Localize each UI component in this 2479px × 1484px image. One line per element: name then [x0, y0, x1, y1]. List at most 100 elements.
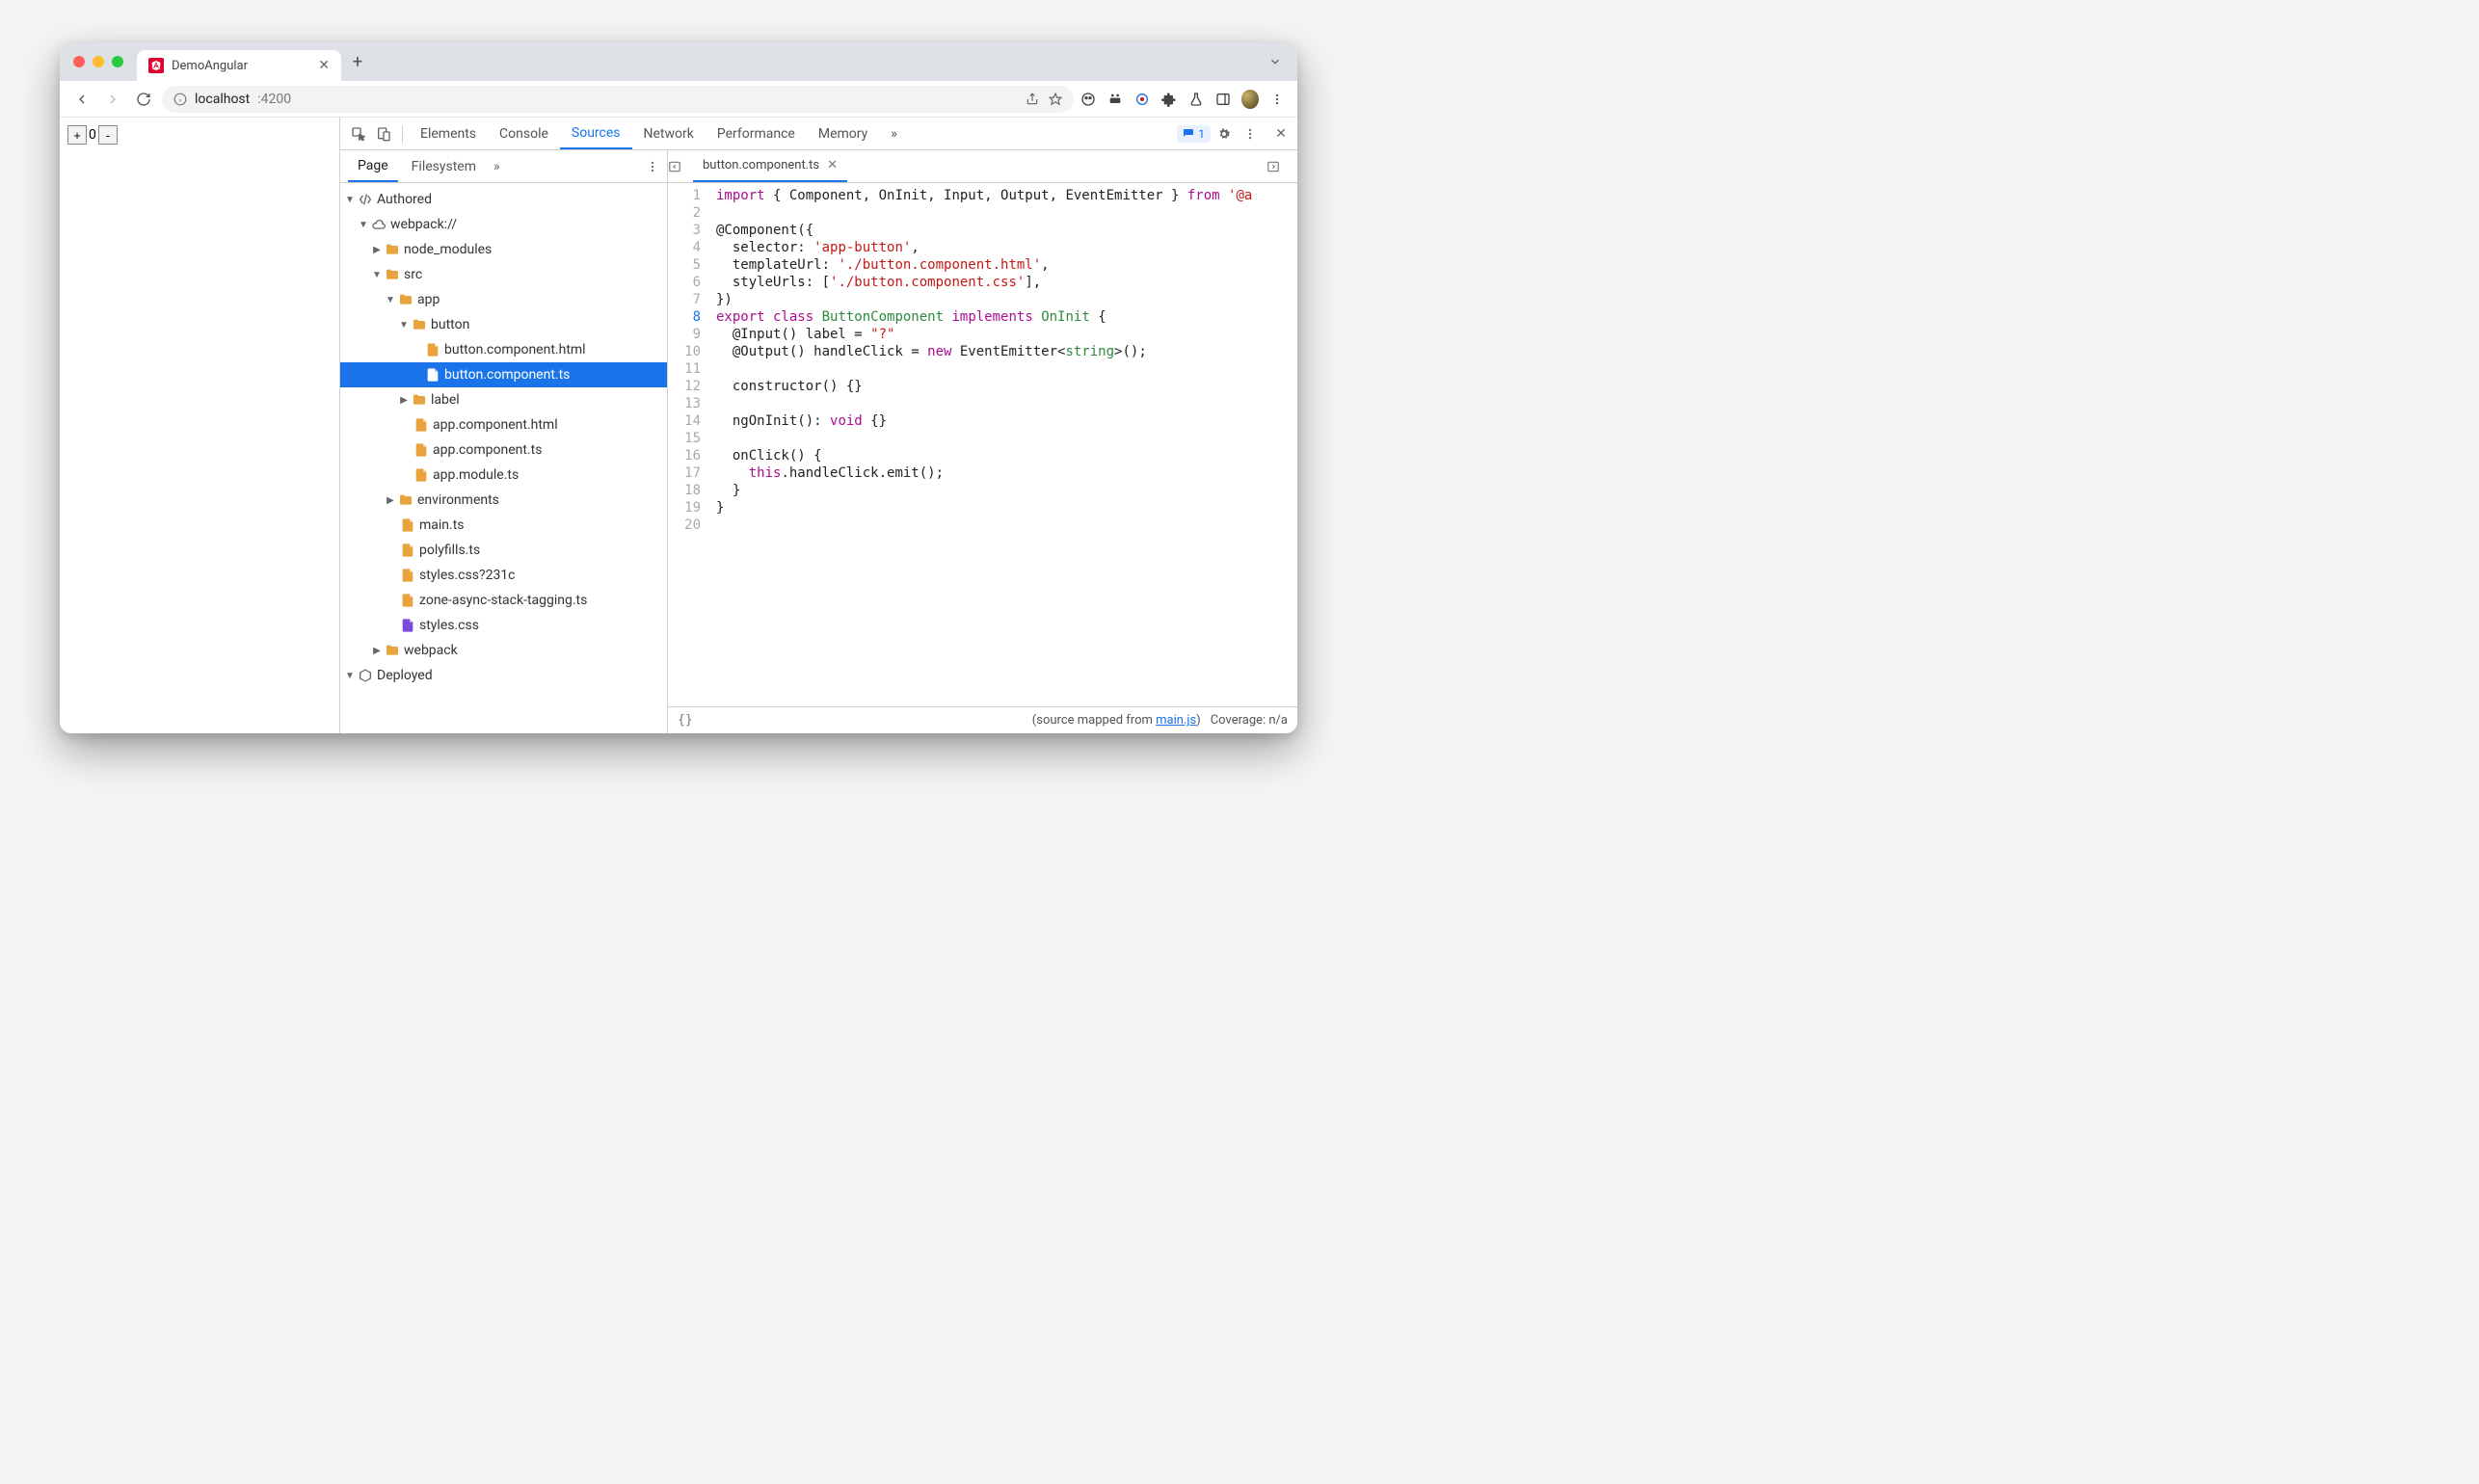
tree-item-styles-css[interactable]: styles.css [340, 613, 667, 638]
tree-item-label-folder[interactable]: ▶ label [340, 387, 667, 412]
tree-item-app[interactable]: ▼ app [340, 287, 667, 312]
editor-tab-bar: button.component.ts ✕ [668, 150, 1297, 183]
extension-icon-2[interactable] [1106, 91, 1124, 108]
tree-item-node-modules[interactable]: ▶ node_modules [340, 237, 667, 262]
sources-subtabs: Page Filesystem » [340, 150, 667, 183]
counter-widget: + 0 - [67, 125, 332, 145]
code-editor[interactable]: 1234567891011121314151617181920 import {… [668, 183, 1297, 706]
tree-item-button-ts[interactable]: button.component.ts [340, 362, 667, 387]
tree-item-styles-hash[interactable]: styles.css?231c [340, 563, 667, 588]
browser-menu-icon[interactable] [1268, 91, 1286, 108]
extensions-puzzle-icon[interactable] [1160, 91, 1178, 108]
site-info-icon[interactable] [173, 93, 187, 106]
tree-group-deployed[interactable]: ▼ Deployed [340, 663, 667, 688]
tree-item-app-html[interactable]: app.component.html [340, 412, 667, 437]
editor-tab[interactable]: button.component.ts ✕ [693, 150, 847, 182]
increment-button[interactable]: + [67, 125, 87, 145]
devtools-panel: Elements Console Sources Network Perform… [339, 118, 1297, 733]
angular-favicon [148, 58, 164, 73]
file-icon [400, 517, 415, 533]
code-brackets-icon [358, 192, 373, 207]
devtools-body: Page Filesystem » ▼ Authored [340, 150, 1297, 733]
devtools-tab-console[interactable]: Console [488, 118, 560, 149]
sources-subtab-menu-icon[interactable] [646, 160, 659, 173]
sources-navigator: Page Filesystem » ▼ Authored [340, 150, 668, 733]
editor-tab-close-icon[interactable]: ✕ [827, 158, 838, 172]
devtools-tab-elements[interactable]: Elements [409, 118, 488, 149]
editor-nav-toggle-icon[interactable] [668, 160, 693, 173]
code-content: import { Component, OnInit, Input, Outpu… [710, 183, 1297, 706]
editor-pane: button.component.ts ✕ 123456789101112131… [668, 150, 1297, 733]
url-host: localhost [195, 92, 250, 107]
devtools-close-icon[interactable]: ✕ [1270, 126, 1292, 142]
window-minimize-button[interactable] [93, 56, 104, 67]
devtools-settings-icon[interactable] [1216, 126, 1238, 142]
tree-item-main-ts[interactable]: main.ts [340, 513, 667, 538]
extension-icon-1[interactable] [1080, 91, 1097, 108]
file-tree: ▼ Authored ▼ webpack:// ▶ node_mo [340, 183, 667, 733]
content-area: + 0 - Elements Console Sources Network P… [60, 118, 1297, 733]
window-close-button[interactable] [73, 56, 85, 67]
folder-icon [385, 242, 400, 257]
extension-icon-3[interactable] [1133, 91, 1151, 108]
tree-item-button-folder[interactable]: ▼ button [340, 312, 667, 337]
bookmark-star-icon[interactable] [1049, 93, 1062, 106]
source-map-link[interactable]: main.js [1156, 713, 1196, 728]
pretty-print-icon[interactable]: {} [678, 713, 693, 728]
deployed-icon [358, 668, 373, 683]
side-panel-icon[interactable] [1214, 91, 1232, 108]
devtools-menu-icon[interactable] [1243, 127, 1265, 141]
file-icon [413, 417, 429, 433]
issues-count: 1 [1198, 127, 1205, 141]
reload-button[interactable] [131, 87, 156, 112]
tree-item-polyfills[interactable]: polyfills.ts [340, 538, 667, 563]
back-button[interactable] [69, 87, 94, 112]
cloud-icon [371, 217, 387, 232]
issues-badge[interactable]: 1 [1177, 125, 1211, 143]
tree-item-webpack-folder[interactable]: ▶ webpack [340, 638, 667, 663]
tree-item-app-ts[interactable]: app.component.ts [340, 437, 667, 463]
folder-icon [385, 643, 400, 658]
devtools-tab-sources[interactable]: Sources [560, 118, 632, 149]
browser-toolbar: localhost:4200 [60, 81, 1297, 118]
window-maximize-button[interactable] [112, 56, 123, 67]
tree-item-webpack-scheme[interactable]: ▼ webpack:// [340, 212, 667, 237]
file-icon [425, 367, 440, 383]
tree-item-src[interactable]: ▼ src [340, 262, 667, 287]
devtools-tab-bar: Elements Console Sources Network Perform… [340, 118, 1297, 150]
new-tab-button[interactable]: + [345, 52, 370, 72]
forward-button[interactable] [100, 87, 125, 112]
tab-title: DemoAngular [172, 59, 248, 73]
devtools-tab-memory[interactable]: Memory [807, 118, 879, 149]
devtools-tabs-overflow-icon[interactable]: » [879, 118, 909, 149]
editor-sidebar-toggle-icon[interactable] [1266, 160, 1292, 173]
share-icon[interactable] [1026, 93, 1039, 106]
folder-icon [398, 492, 413, 508]
tabs-overflow-icon[interactable] [1263, 51, 1288, 72]
inspect-element-icon[interactable] [346, 121, 371, 146]
browser-tab[interactable]: DemoAngular ✕ [137, 50, 341, 81]
editor-tab-filename: button.component.ts [703, 158, 819, 172]
tab-close-icon[interactable]: ✕ [318, 58, 330, 73]
tree-group-authored[interactable]: ▼ Authored [340, 187, 667, 212]
tree-item-app-module[interactable]: app.module.ts [340, 463, 667, 488]
editor-status-bar: {} (source mapped from main.js) Coverage… [668, 706, 1297, 733]
folder-icon [385, 267, 400, 282]
sources-subtab-page[interactable]: Page [348, 150, 398, 182]
source-map-info: (source mapped from main.js) [1032, 713, 1201, 728]
browser-window: DemoAngular ✕ + localhost:4200 [60, 42, 1297, 733]
profile-avatar[interactable] [1241, 91, 1259, 108]
extension-icon-flask[interactable] [1187, 91, 1205, 108]
line-gutter: 1234567891011121314151617181920 [668, 183, 710, 706]
tree-item-button-html[interactable]: button.component.html [340, 337, 667, 362]
tree-item-zone-tag[interactable]: zone-async-stack-tagging.ts [340, 588, 667, 613]
device-toggle-icon[interactable] [371, 121, 396, 146]
sources-subtab-filesystem[interactable]: Filesystem [402, 150, 486, 182]
tree-item-environments[interactable]: ▶ environments [340, 488, 667, 513]
devtools-tab-network[interactable]: Network [632, 118, 706, 149]
devtools-tab-performance[interactable]: Performance [706, 118, 807, 149]
decrement-button[interactable]: - [98, 125, 118, 145]
folder-icon [398, 292, 413, 307]
address-bar[interactable]: localhost:4200 [162, 86, 1074, 113]
sources-subtab-overflow-icon[interactable]: » [493, 159, 500, 174]
